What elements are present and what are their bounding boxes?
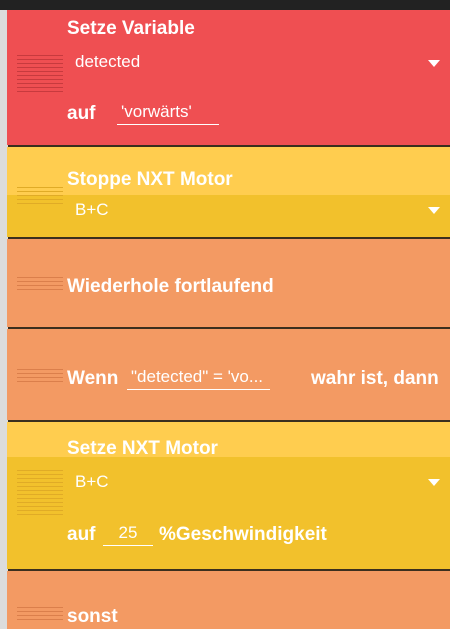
chevron-down-icon[interactable] bbox=[428, 479, 440, 486]
to-label: auf bbox=[67, 524, 96, 545]
drag-handle-icon[interactable] bbox=[17, 277, 63, 293]
speed-field[interactable]: 25 bbox=[103, 523, 153, 546]
drag-handle-icon[interactable] bbox=[17, 607, 63, 623]
else-brick[interactable]: sonst bbox=[7, 571, 450, 629]
drag-handle-icon[interactable] bbox=[17, 187, 63, 207]
variable-dropdown[interactable]: detected bbox=[75, 52, 140, 72]
if-brick[interactable]: Wenn "detected" = 'vo... wahr ist, dann bbox=[7, 329, 450, 420]
brick-title: sonst bbox=[67, 606, 118, 627]
drag-handle-icon[interactable] bbox=[17, 369, 63, 385]
chevron-down-icon[interactable] bbox=[428, 207, 440, 214]
brick-title: Setze Variable bbox=[67, 18, 195, 39]
then-label: wahr ist, dann bbox=[311, 368, 439, 389]
to-label: auf bbox=[67, 103, 96, 124]
dropdown-band bbox=[7, 457, 450, 569]
brick-title: Setze NXT Motor bbox=[67, 438, 218, 459]
motor-dropdown[interactable]: B+C bbox=[75, 200, 109, 220]
stop-motor-brick[interactable]: Stoppe NXT Motor B+C bbox=[7, 147, 450, 237]
value-field[interactable]: 'vorwärts' bbox=[117, 102, 219, 125]
speed-unit-label: %Geschwindigkeit bbox=[159, 524, 327, 545]
status-bar bbox=[0, 0, 450, 10]
dropdown-band bbox=[7, 195, 450, 237]
forever-loop-brick[interactable]: Wiederhole fortlaufend bbox=[7, 239, 450, 327]
set-motor-brick[interactable]: Setze NXT Motor B+C auf 25 %Geschwindigk… bbox=[7, 422, 450, 569]
set-variable-brick[interactable]: Setze Variable detected auf 'vorwärts' bbox=[7, 10, 450, 145]
if-label: Wenn bbox=[67, 368, 119, 389]
drag-handle-icon[interactable] bbox=[17, 55, 63, 95]
condition-field[interactable]: "detected" = 'vo... bbox=[127, 367, 270, 390]
brick-title: Stoppe NXT Motor bbox=[67, 169, 233, 190]
motor-dropdown[interactable]: B+C bbox=[75, 472, 109, 492]
brick-title: Wiederhole fortlaufend bbox=[67, 276, 274, 297]
drag-handle-icon[interactable] bbox=[17, 470, 63, 518]
chevron-down-icon[interactable] bbox=[428, 60, 440, 67]
